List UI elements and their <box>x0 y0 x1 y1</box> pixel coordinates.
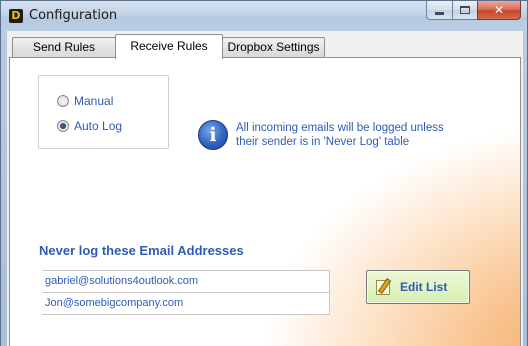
tab-strip: Send Rules Receive Rules Dropbox Setting… <box>9 34 521 59</box>
never-log-title: Never log these Email Addresses <box>39 243 244 258</box>
list-item[interactable]: Jon@somebigcompany.com <box>42 293 330 315</box>
close-button[interactable]: ✕ <box>477 1 521 20</box>
edit-list-button[interactable]: Edit List <box>366 270 470 304</box>
title-bar[interactable]: D Configuration ✕ <box>1 1 527 31</box>
manual-label[interactable]: Manual <box>74 94 113 108</box>
edit-list-label: Edit List <box>400 280 448 294</box>
app-logo-icon: D <box>9 9 23 23</box>
maximize-button[interactable] <box>452 1 477 20</box>
auto-log-label[interactable]: Auto Log <box>74 119 122 133</box>
tab-receive-rules[interactable]: Receive Rules <box>115 34 223 59</box>
receive-rules-panel: Manual Auto Log i All incoming emails wi… <box>9 57 521 346</box>
list-item[interactable]: gabriel@solutions4outlook.com <box>42 271 330 293</box>
tab-dropbox-settings[interactable]: Dropbox Settings <box>222 37 325 58</box>
tab-send-rules[interactable]: Send Rules <box>12 37 116 58</box>
info-message: All incoming emails will be logged unles… <box>236 121 506 149</box>
never-log-address-list[interactable]: gabriel@solutions4outlook.com Jon@somebi… <box>42 270 330 315</box>
manual-radio[interactable] <box>57 95 69 107</box>
window-controls: ✕ <box>426 1 521 21</box>
client-area: Send Rules Receive Rules Dropbox Setting… <box>7 31 523 346</box>
info-line-2: their sender is in 'Never Log' table <box>236 136 410 148</box>
log-mode-group: Manual Auto Log <box>38 75 169 149</box>
minimize-icon <box>435 11 444 15</box>
info-line-1: All incoming emails will be logged unles… <box>236 122 444 134</box>
manual-option[interactable]: Manual <box>57 94 113 108</box>
configuration-window: D Configuration ✕ Send Rules Receive Rul… <box>0 0 528 346</box>
close-icon: ✕ <box>493 3 505 17</box>
edit-pencil-icon <box>376 279 390 295</box>
auto-log-radio[interactable] <box>57 120 69 132</box>
info-icon: i <box>198 120 228 150</box>
maximize-icon <box>460 6 470 14</box>
auto-log-option[interactable]: Auto Log <box>57 119 122 133</box>
minimize-button[interactable] <box>426 1 452 20</box>
window-title: Configuration <box>29 8 118 23</box>
